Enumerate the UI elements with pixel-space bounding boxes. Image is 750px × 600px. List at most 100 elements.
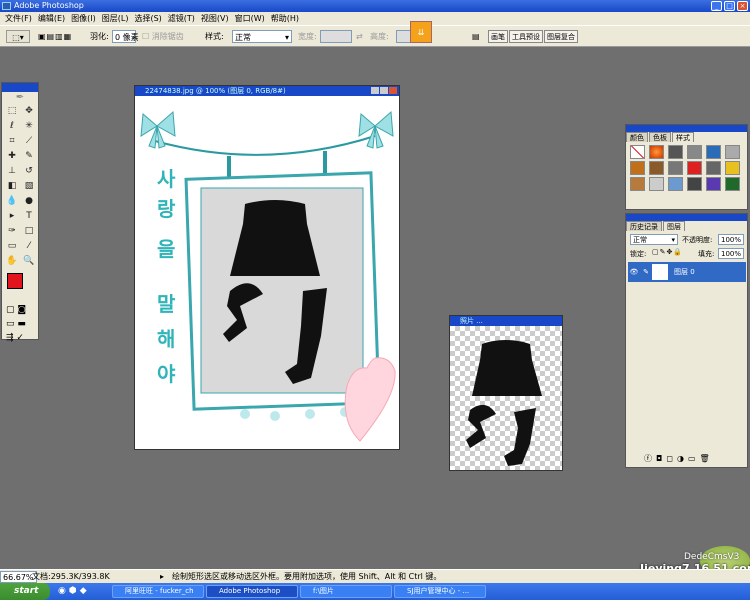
style-swatch-18[interactable] [725, 177, 740, 191]
style-swatch-4[interactable] [687, 145, 702, 159]
tab-brushes[interactable]: 画笔 [488, 30, 508, 43]
style-none-swatch[interactable] [630, 145, 645, 159]
magic-wand-tool-icon[interactable]: ✳ [21, 119, 37, 134]
layers-footer-buttons[interactable]: ⓕ◘◻◑▭🗑 [628, 453, 746, 465]
slice-tool-icon[interactable]: ⟋ [21, 134, 37, 149]
hand-tool-icon[interactable]: ✋ [4, 254, 20, 269]
style-swatch-3[interactable] [668, 145, 683, 159]
menu-layer[interactable]: 图层(L) [99, 13, 132, 24]
tools-palette-header[interactable] [2, 83, 38, 92]
fullscreen-mode-icon[interactable]: ▬ [17, 319, 26, 329]
shape-tool-icon[interactable]: □ [21, 224, 37, 239]
screen-mode-icon[interactable]: ▭ [6, 319, 15, 329]
edit-icon[interactable]: ✓ [16, 333, 24, 343]
move-tool-icon[interactable]: ✥ [21, 104, 37, 119]
style-swatch-14[interactable] [649, 177, 664, 191]
tab-layer-comps[interactable]: 图层复合 [544, 30, 578, 43]
width-input[interactable] [320, 30, 352, 43]
style-swatch-7[interactable] [630, 161, 645, 175]
style-swatch-11[interactable] [706, 161, 721, 175]
style-swatch-6[interactable] [725, 145, 740, 159]
menu-view[interactable]: 视图(V) [198, 13, 232, 24]
layers-panel-header[interactable] [626, 214, 747, 221]
artwork-canvas[interactable]: 사랑 을말 해야 [135, 96, 399, 449]
tab-layers[interactable]: 图层 [663, 221, 685, 231]
small-document-title[interactable]: 照片 ... [450, 316, 562, 326]
styles-panel-header[interactable] [626, 125, 747, 132]
palette-well-icon[interactable]: ▤ [472, 30, 480, 43]
history-brush-tool-icon[interactable]: ↺ [21, 164, 37, 179]
layer-row[interactable]: 👁 ✎ 图层 0 [628, 262, 746, 282]
menu-edit[interactable]: 编辑(E) [35, 13, 68, 24]
style-swatch-16[interactable] [687, 177, 702, 191]
zoom-tool-icon[interactable]: 🔍 [21, 254, 37, 269]
standard-mode-icon[interactable]: ▢ [6, 305, 15, 315]
task-pictures-folder[interactable]: f:\图片 [300, 585, 392, 598]
task-photoshop[interactable]: Adobe Photoshop [206, 585, 298, 598]
quicklaunch-icons[interactable]: ◉⬢◆ [58, 586, 90, 596]
style-swatch-13[interactable] [630, 177, 645, 191]
opacity-input[interactable]: 100% [718, 234, 745, 245]
crop-tool-icon[interactable]: ⌗ [4, 134, 20, 149]
blend-mode-select[interactable]: 正常 ▾ [630, 234, 678, 245]
minimize-button[interactable]: _ [711, 1, 722, 11]
style-swatch-9[interactable] [668, 161, 683, 175]
maximize-button[interactable]: □ [724, 1, 735, 11]
menu-window[interactable]: 窗口(W) [232, 13, 268, 24]
style-swatch-15[interactable] [668, 177, 683, 191]
tab-history[interactable]: 历史记录 [626, 221, 662, 231]
notes-tool-icon[interactable]: ▭ [4, 239, 20, 254]
fill-input[interactable]: 100% [718, 248, 745, 259]
eraser-tool-icon[interactable]: ◧ [4, 179, 20, 194]
stamp-tool-icon[interactable]: ⊥ [4, 164, 20, 179]
task-wangwang[interactable]: 阿里旺旺 - fucker_ch [112, 585, 204, 598]
swap-icon[interactable]: ⇄ [356, 30, 363, 43]
style-swatch-10[interactable] [687, 161, 702, 175]
type-tool-icon[interactable]: T [21, 209, 37, 224]
gradient-tool-icon[interactable]: ▧ [21, 179, 37, 194]
style-swatch-8[interactable] [649, 161, 664, 175]
dodge-tool-icon[interactable]: ● [21, 194, 37, 209]
main-document-title[interactable]: 22474838.jpg @ 100% (图层 0, RGB/8#) [135, 86, 399, 96]
task-sj-user-center[interactable]: SJ用户管理中心 - ... [394, 585, 486, 598]
healing-brush-tool-icon[interactable]: ✚ [4, 149, 20, 164]
close-button[interactable]: × [737, 1, 748, 11]
doc-maximize-button[interactable] [380, 87, 388, 94]
doc-minimize-button[interactable] [371, 87, 379, 94]
foreground-color-swatch[interactable] [7, 273, 23, 289]
doc-close-button[interactable] [389, 87, 397, 94]
eye-visibility-icon[interactable]: 👁 [628, 268, 640, 276]
tab-styles[interactable]: 样式 [672, 132, 694, 142]
menu-help[interactable]: 帮助(H) [268, 13, 302, 24]
style-select[interactable]: 正常 ▾ [232, 30, 292, 43]
jump-imageready-icon[interactable]: ⇶ [6, 333, 14, 343]
tab-tool-presets[interactable]: 工具预设 [509, 30, 543, 43]
lasso-tool-icon[interactable]: ℓ [4, 119, 20, 134]
path-select-tool-icon[interactable]: ▸ [4, 209, 20, 224]
transparent-layer-canvas[interactable] [450, 326, 562, 470]
feather-input[interactable]: 0 像素 [112, 30, 139, 43]
selection-mode-icons[interactable]: ▣▤▥▦ [38, 30, 80, 43]
blur-tool-icon[interactable]: 💧 [4, 194, 20, 209]
eyedropper-tool-icon[interactable]: ⁄ [21, 239, 37, 254]
quickmask-mode-icon[interactable]: ◙ [17, 305, 26, 315]
menu-filter[interactable]: 滤镜(T) [165, 13, 198, 24]
status-arrow-icon[interactable]: ▸ [160, 570, 164, 584]
marquee-tool-icon[interactable]: ⬚ [4, 104, 20, 119]
tab-swatches[interactable]: 色板 [649, 132, 671, 142]
antialias-checkbox[interactable]: ☐ 消除锯齿 [142, 30, 184, 43]
style-swatch-5[interactable] [706, 145, 721, 159]
lock-icons[interactable]: ▢✎✥🔒 [652, 248, 683, 256]
style-swatch-2[interactable] [649, 145, 664, 159]
menu-file[interactable]: 文件(F) [2, 13, 35, 24]
marquee-preset-picker[interactable]: ⬚▾ [6, 30, 30, 43]
tab-color[interactable]: 颜色 [626, 132, 648, 142]
brush-tool-icon[interactable]: ✎ [21, 149, 37, 164]
menu-image[interactable]: 图像(I) [68, 13, 99, 24]
menu-select[interactable]: 选择(S) [131, 13, 164, 24]
style-swatch-12[interactable] [725, 161, 740, 175]
pen-tool-icon[interactable]: ✑ [4, 224, 20, 239]
style-swatch-17[interactable] [706, 177, 721, 191]
imageready-jump-icon[interactable]: ⇊ [410, 21, 432, 43]
start-button[interactable]: start [0, 583, 50, 600]
